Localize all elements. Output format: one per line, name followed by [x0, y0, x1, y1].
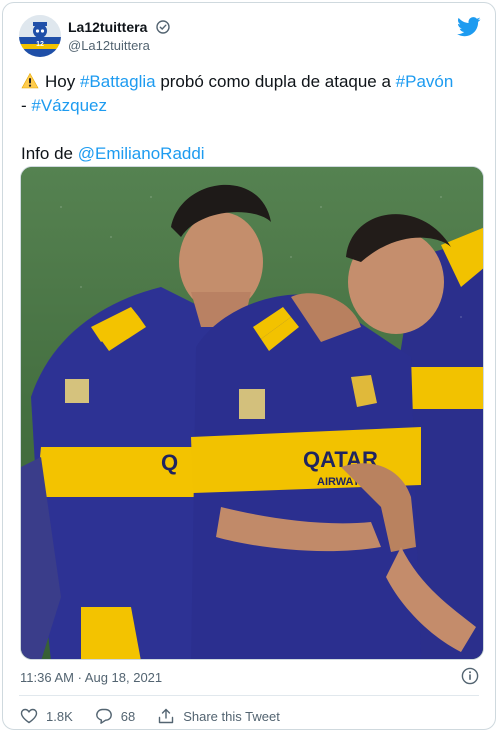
twitter-bird-icon[interactable] [457, 17, 481, 37]
text-segment: Hoy [45, 72, 80, 91]
avatar[interactable]: 12 [19, 15, 61, 57]
like-count: 1.8K [46, 708, 73, 724]
heart-icon [20, 708, 38, 724]
share-button[interactable]: Share this Tweet [157, 707, 280, 725]
hashtag-pavon[interactable]: #Pavón [396, 72, 454, 91]
la12-logo-icon: 12 [19, 15, 61, 57]
author-block[interactable]: La12tuittera @La12tuittera [68, 18, 170, 54]
tweet-line-2: - #Vázquez [21, 94, 483, 118]
share-icon [159, 708, 174, 724]
mention-emilianoraddi[interactable]: @EmilianoRaddi [78, 144, 205, 163]
text-segment: Info de [21, 144, 78, 163]
info-icon[interactable] [461, 667, 479, 685]
svg-text:12: 12 [36, 41, 44, 48]
warning-sign-icon [21, 72, 39, 89]
hashtag-vazquez[interactable]: #Vázquez [31, 96, 107, 115]
tweet-header: 12 La12tuittera @La12tuittera [19, 15, 481, 59]
tweet-text: Hoy #Battaglia probó como dupla de ataqu… [21, 70, 483, 166]
text-segment: probó como dupla de ataque a [155, 72, 396, 91]
verified-badge-icon [156, 20, 170, 34]
tweet-line-1: Hoy #Battaglia probó como dupla de ataqu… [21, 70, 483, 94]
reply-count: 68 [120, 708, 136, 724]
tweet-line-3: Info de @EmilianoRaddi [21, 142, 483, 166]
tweet-card[interactable]: 12 La12tuittera @La12tuittera Hoy #Batta… [2, 2, 496, 730]
reply-button[interactable]: 68 [95, 707, 135, 725]
share-label: Share this Tweet [183, 708, 280, 724]
tweet-timestamp[interactable]: 11:36 AM · Aug 18, 2021 [20, 670, 162, 685]
tweet-photo[interactable]: Q QATAR AIRWAYS [20, 166, 484, 660]
svg-text:Q: Q [161, 450, 178, 475]
tweet-actions: 1.8K 68 Share this Tweet [20, 706, 302, 726]
text-segment: - [21, 96, 32, 115]
like-button[interactable]: 1.8K [20, 707, 73, 725]
hashtag-battaglia[interactable]: #Battaglia [80, 72, 156, 91]
reply-bubble-icon [95, 708, 112, 724]
divider [19, 695, 479, 696]
photo-players-image: Q QATAR AIRWAYS [21, 167, 483, 659]
handle[interactable]: @La12tuittera [68, 37, 170, 54]
display-name[interactable]: La12tuittera [68, 18, 147, 36]
